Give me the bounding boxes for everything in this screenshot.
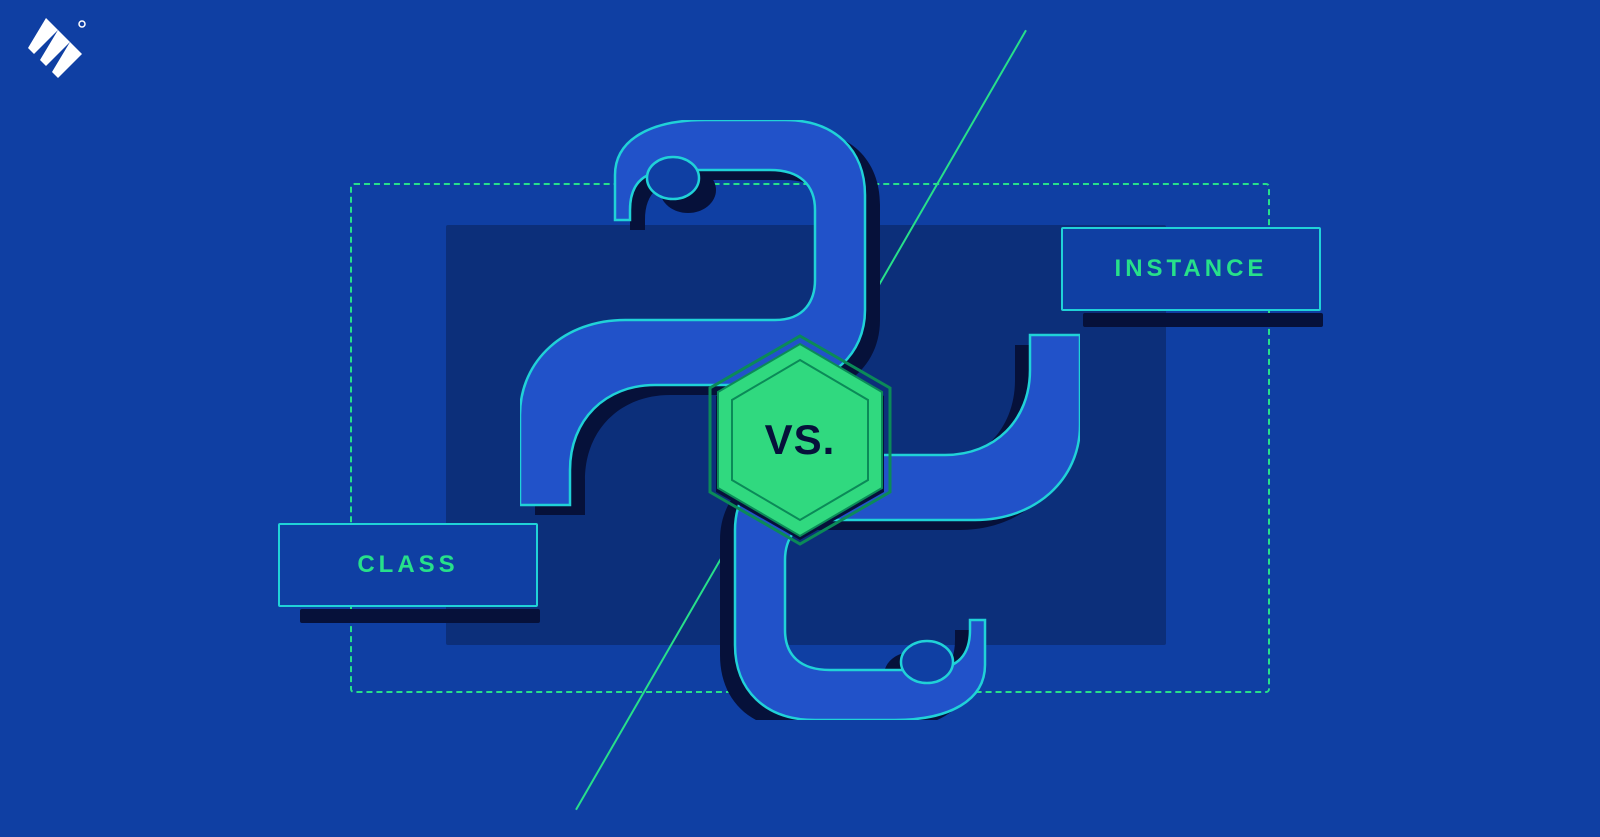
class-label-shadow [300, 609, 540, 623]
class-label: CLASS [278, 523, 538, 607]
vs-text: VS. [765, 416, 836, 464]
vs-hexagon-badge: VS. [700, 330, 900, 550]
class-label-text: CLASS [357, 551, 458, 579]
toptal-logo [28, 18, 88, 78]
instance-label: INSTANCE [1061, 227, 1321, 311]
instance-label-text: INSTANCE [1115, 255, 1268, 283]
instance-label-shadow [1083, 313, 1323, 327]
